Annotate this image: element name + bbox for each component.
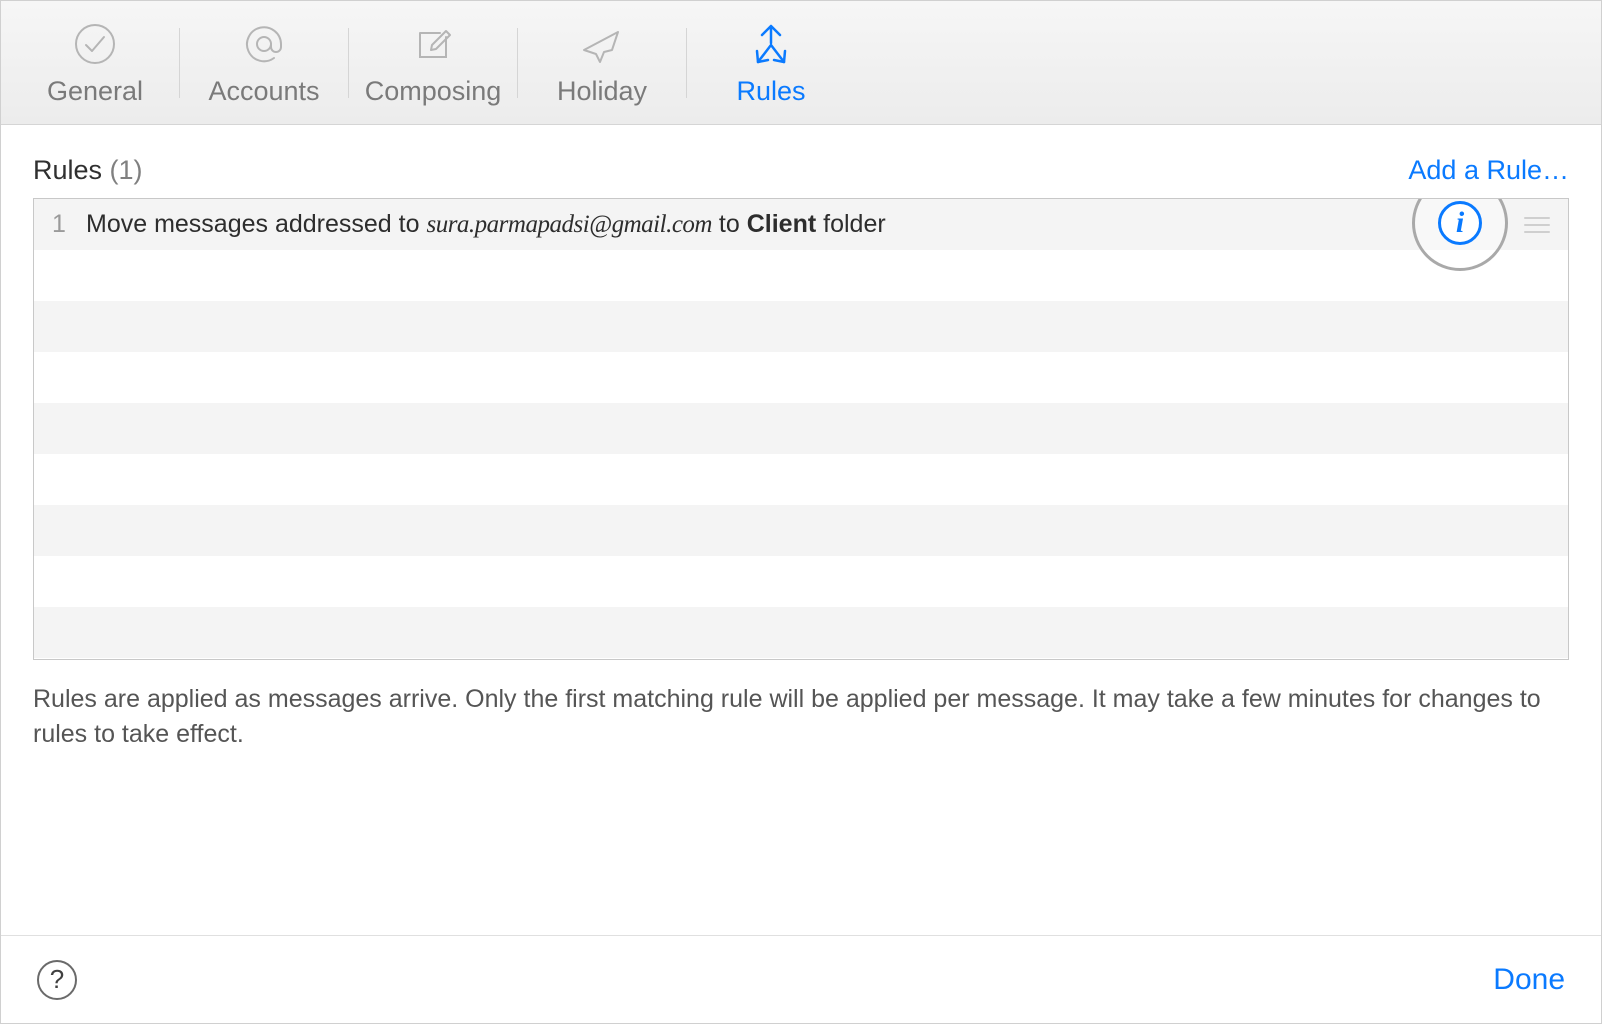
tab-label: Rules: [736, 76, 805, 107]
tab-accounts[interactable]: Accounts: [180, 1, 348, 124]
footer: ? Done: [1, 935, 1601, 1023]
title-text: Rules: [33, 155, 102, 185]
checkmark-circle-icon: [73, 18, 117, 70]
main-content: Rules (1) Add a Rule… i 1 Move messages …: [1, 125, 1601, 935]
empty-row: [34, 556, 1568, 607]
rule-folder: Client: [747, 210, 816, 238]
empty-row: [34, 505, 1568, 556]
rules-list: i 1 Move messages addressed to sura.parm…: [33, 198, 1569, 660]
compose-icon: [410, 18, 456, 70]
header-row: Rules (1) Add a Rule…: [33, 155, 1569, 186]
airplane-icon: [578, 18, 626, 70]
rule-text-middle: to: [712, 210, 747, 238]
add-rule-button[interactable]: Add a Rule…: [1408, 155, 1569, 186]
tab-composing[interactable]: Composing: [349, 1, 517, 124]
tab-holiday[interactable]: Holiday: [518, 1, 686, 124]
done-button[interactable]: Done: [1493, 963, 1565, 997]
empty-row: [34, 250, 1568, 301]
tab-general[interactable]: General: [11, 1, 179, 124]
at-sign-icon: [240, 18, 288, 70]
rule-text-suffix: folder: [816, 210, 885, 238]
rule-row[interactable]: 1 Move messages addressed to sura.parmap…: [34, 199, 1568, 250]
empty-row: [34, 607, 1568, 658]
rules-count: (1): [110, 155, 143, 185]
empty-row: [34, 352, 1568, 403]
tab-rules[interactable]: Rules: [687, 1, 855, 124]
empty-row: [34, 301, 1568, 352]
rule-description: Move messages addressed to sura.parmapad…: [86, 210, 1524, 239]
rules-hint-text: Rules are applied as messages arrive. On…: [33, 682, 1569, 752]
page-title: Rules (1): [33, 155, 143, 186]
empty-row: [34, 454, 1568, 505]
tab-label: Holiday: [557, 76, 647, 107]
arrows-in-out-icon: [746, 18, 796, 70]
rule-text-prefix: Move messages addressed to: [86, 210, 426, 238]
rule-actions: [1524, 217, 1550, 233]
rule-index: 1: [52, 210, 86, 239]
empty-row: [34, 403, 1568, 454]
tab-label: Composing: [365, 76, 502, 107]
tab-label: Accounts: [208, 76, 319, 107]
help-button[interactable]: ?: [37, 960, 77, 1000]
rule-email: sura.parmapadsi@gmail.com: [426, 211, 712, 238]
tab-label: General: [47, 76, 143, 107]
drag-handle-icon[interactable]: [1524, 217, 1550, 233]
toolbar: General Accounts Composing Holiday: [1, 1, 1601, 125]
